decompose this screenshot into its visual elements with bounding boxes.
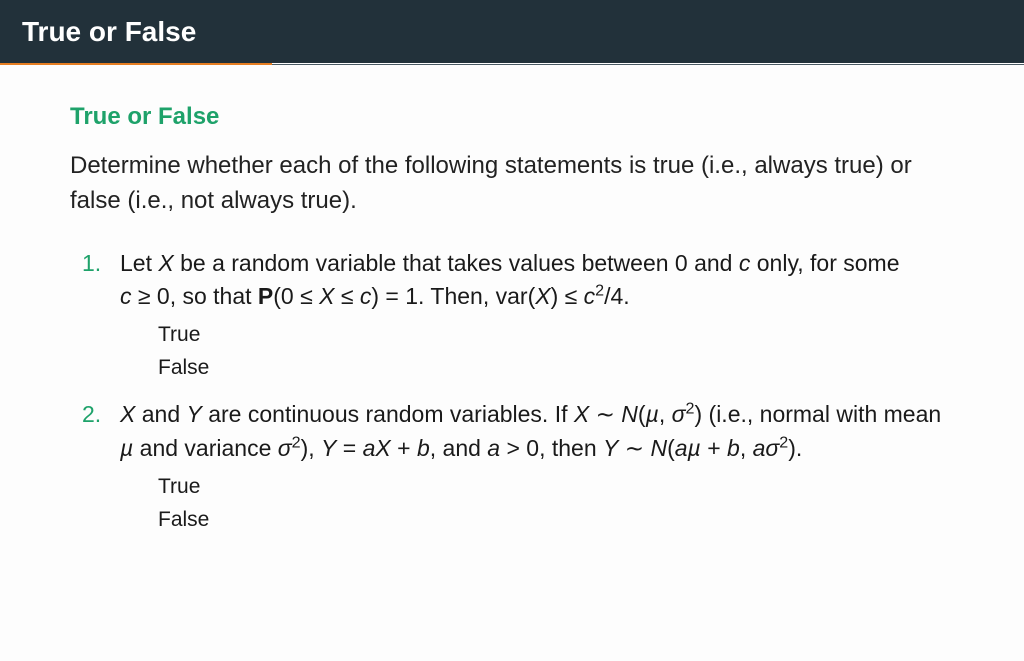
question-list: Let X be a random variable that takes va… (70, 247, 954, 537)
page-title: True or False (22, 16, 196, 48)
q1-answers: True False (158, 319, 954, 384)
intro-text: Determine whether each of the following … (70, 149, 954, 219)
q2-answer-true[interactable]: True (158, 471, 954, 504)
title-divider (272, 64, 1024, 65)
title-bar: True or False (0, 0, 1024, 63)
q1-text: Let X be a random variable that takes va… (120, 250, 900, 309)
question-2: X and Y are continuous random variables.… (82, 398, 954, 536)
content-area: True or False Determine whether each of … (0, 63, 1024, 536)
q2-answer-false[interactable]: False (158, 504, 954, 537)
q2-answers: True False (158, 471, 954, 536)
q1-answer-false[interactable]: False (158, 352, 954, 385)
question-1: Let X be a random variable that takes va… (82, 247, 954, 385)
section-heading: True or False (70, 103, 954, 131)
title-accent (0, 63, 272, 65)
q2-text: X and Y are continuous random variables.… (120, 401, 941, 460)
q1-answer-true[interactable]: True (158, 319, 954, 352)
